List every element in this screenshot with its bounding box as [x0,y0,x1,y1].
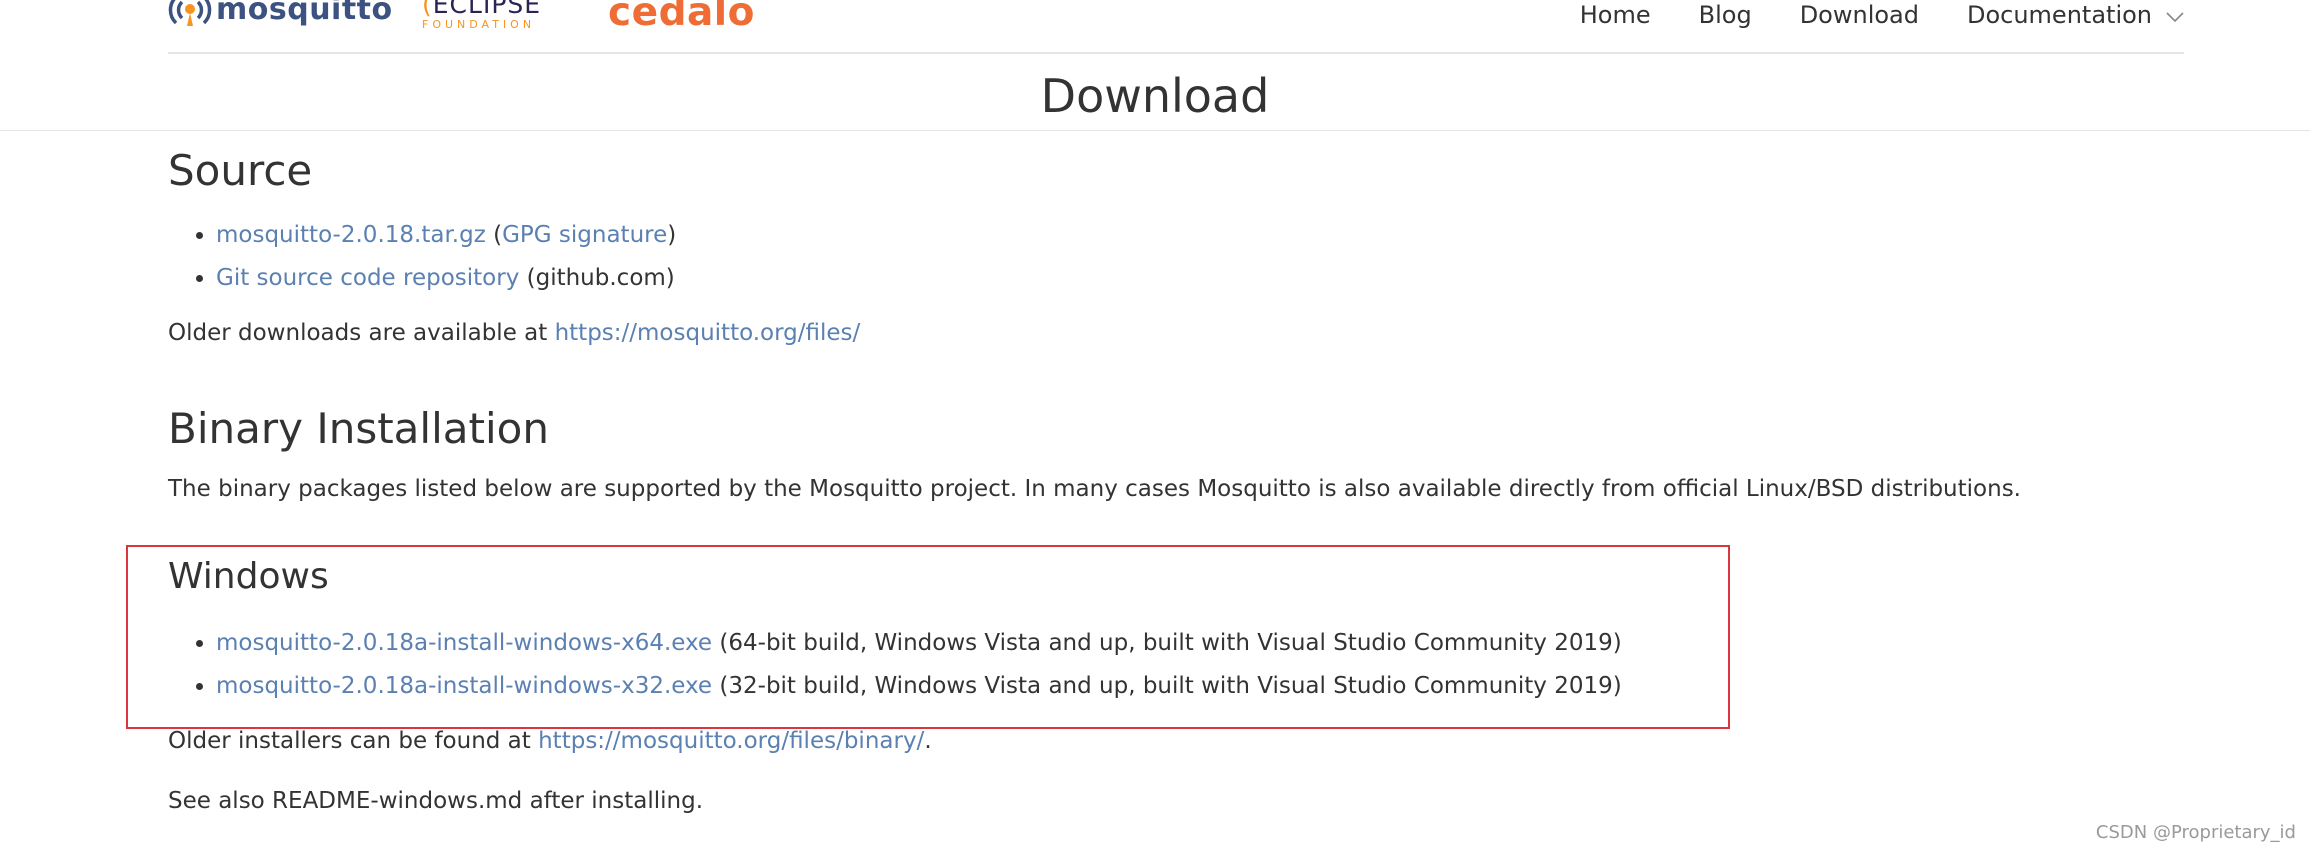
list-item-text: (64-bit build, Windows Vista and up, bui… [712,630,1622,656]
list-item: mosquitto-2.0.18a-install-windows-x32.ex… [216,665,1622,708]
nav-links: Home Blog Download Documentation [1532,0,2184,30]
page-title-bar: Download [0,60,2310,131]
binary-installation-heading: Binary Installation [168,404,549,453]
eclipse-wordmark: ECLIPSE [432,0,542,19]
older-installers-label: Older installers can be found at [168,728,539,754]
list-item-text: ) [667,222,677,248]
list-item-text: ( [485,222,503,248]
nav-home[interactable]: Home [1580,1,1651,29]
top-navbar: mosquitto (ECLIPSE FOUNDATION cedalo Hom… [168,0,2184,54]
nav-download[interactable]: Download [1800,1,1919,29]
binary-description: The binary packages listed below are sup… [168,476,2021,502]
windows-list: mosquitto-2.0.18a-install-windows-x64.ex… [168,622,1622,708]
older-installers-text: Older installers can be found at https:/… [168,728,932,754]
see-also-text: See also README-windows.md after install… [168,788,704,814]
eclipse-foundation-logo[interactable]: (ECLIPSE FOUNDATION [422,0,541,30]
mosquitto-logo[interactable]: mosquitto [168,0,393,27]
watermark: CSDN @Proprietary_id [2095,822,2296,843]
nav-documentation-label: Documentation [1966,1,2152,29]
chevron-down-icon [2166,1,2184,29]
source-heading: Source [168,146,313,195]
eclipse-arc-icon: ( [422,0,433,19]
eclipse-foundation-wordmark: FOUNDATION [422,18,536,31]
older-downloads-text: Older downloads are available at https:/… [168,320,860,346]
windows-x64-installer-link[interactable]: mosquitto-2.0.18a-install-windows-x64.ex… [216,630,712,656]
page: mosquitto (ECLIPSE FOUNDATION cedalo Hom… [0,0,2310,853]
source-tarball-link[interactable]: mosquitto-2.0.18.tar.gz [216,222,486,248]
page-title: Download [1040,69,1270,123]
windows-heading: Windows [168,556,329,597]
mosquitto-signal-icon [168,0,212,26]
list-item: mosquitto-2.0.18a-install-windows-x64.ex… [216,622,1622,665]
older-installers-suffix: . [924,728,932,754]
older-downloads-label: Older downloads are available at [168,320,555,346]
older-downloads-link[interactable]: https://mosquitto.org/files/ [555,320,861,346]
list-item-text: (github.com) [519,265,675,291]
windows-x32-installer-link[interactable]: mosquitto-2.0.18a-install-windows-x32.ex… [216,673,712,699]
nav-blog[interactable]: Blog [1699,1,1752,29]
git-repository-link[interactable]: Git source code repository [216,265,519,291]
list-item: mosquitto-2.0.18.tar.gz (GPG signature) [216,214,676,257]
cedalo-wordmark: cedalo [608,0,755,35]
source-list: mosquitto-2.0.18.tar.gz (GPG signature) … [168,214,676,300]
gpg-signature-link[interactable]: GPG signature [502,222,667,248]
older-installers-link[interactable]: https://mosquitto.org/files/binary/ [538,728,924,754]
list-item-text: (32-bit build, Windows Vista and up, bui… [712,673,1622,699]
list-item: Git source code repository (github.com) [216,257,676,300]
mosquitto-wordmark: mosquitto [216,0,393,27]
nav-documentation-dropdown[interactable]: Documentation [1967,1,2184,29]
cedalo-logo[interactable]: cedalo [608,0,755,35]
